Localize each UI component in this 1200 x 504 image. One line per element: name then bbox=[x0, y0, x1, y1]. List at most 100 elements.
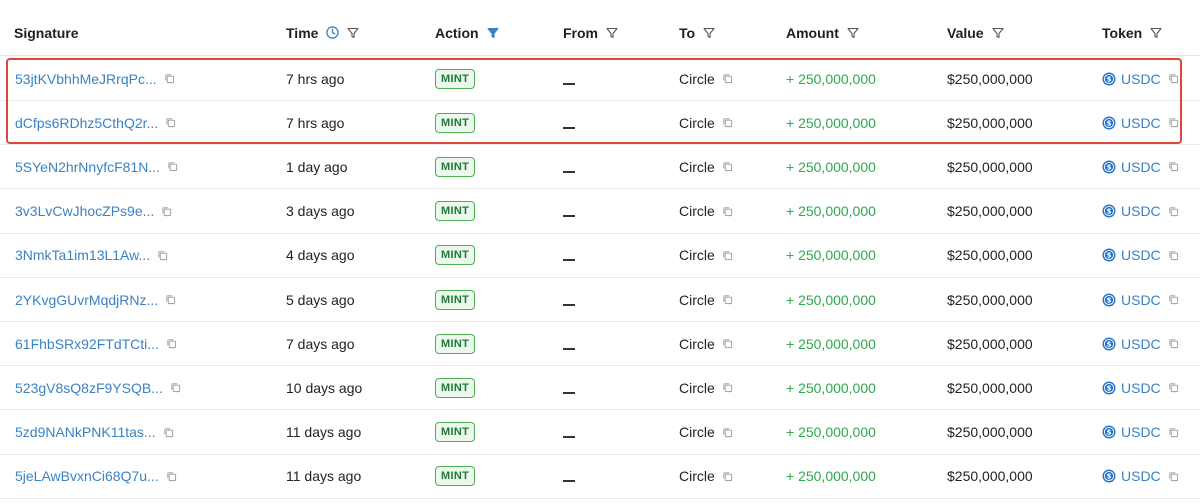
table-row[interactable]: 5zd9NANkPNK11tas... 11 days ago MINT Cir… bbox=[0, 411, 1200, 455]
copy-icon[interactable] bbox=[722, 117, 733, 128]
clock-icon[interactable] bbox=[326, 26, 340, 39]
copy-icon[interactable] bbox=[167, 161, 178, 172]
signature-link[interactable]: 61FhbSRx92FTdTCti... bbox=[15, 336, 159, 352]
token-link[interactable]: USDC bbox=[1121, 292, 1161, 308]
signature-cell: 5zd9NANkPNK11tas... bbox=[15, 411, 275, 454]
token-link[interactable]: USDC bbox=[1121, 424, 1161, 440]
value-text: $250,000,000 bbox=[947, 379, 1033, 396]
signature-link[interactable]: 5SYeN2hrNnyfcF81N... bbox=[15, 159, 160, 175]
to-text: Circle bbox=[679, 335, 715, 352]
action-badge: MINT bbox=[435, 466, 476, 487]
copy-icon[interactable] bbox=[165, 117, 176, 128]
svg-text:$: $ bbox=[1107, 75, 1112, 83]
svg-text:$: $ bbox=[1107, 340, 1112, 348]
copy-icon[interactable] bbox=[722, 250, 733, 261]
value-text: $250,000,000 bbox=[947, 203, 1033, 220]
to-cell: Circle bbox=[679, 322, 779, 365]
table-row[interactable]: 53jtKVbhhMeJRrqPc... 7 hrs ago MINT Circ… bbox=[0, 57, 1200, 101]
copy-icon[interactable] bbox=[1168, 206, 1179, 217]
copy-icon[interactable] bbox=[1168, 338, 1179, 349]
table-row[interactable]: dCfps6RDhz5CthQ2r... 7 hrs ago MINT Circ… bbox=[0, 101, 1200, 146]
time-text: 5 days ago bbox=[286, 291, 355, 308]
header-token: Token bbox=[1102, 10, 1192, 55]
signature-link[interactable]: 5zd9NANkPNK11tas... bbox=[15, 424, 156, 440]
from-empty-dash bbox=[563, 170, 575, 173]
table-row[interactable]: 61FhbSRx92FTdTCti... 7 days ago MINT Cir… bbox=[0, 322, 1200, 367]
header-amount-label: Amount bbox=[786, 24, 839, 41]
signature-link[interactable]: 523gV8sQ8zF9YSQB... bbox=[15, 380, 163, 396]
signature-link[interactable]: 2YKvgGUvrMqdjRNz... bbox=[15, 292, 158, 308]
amount-filter-icon[interactable] bbox=[847, 27, 859, 39]
signature-link[interactable]: 53jtKVbhhMeJRrqPc... bbox=[15, 71, 157, 87]
copy-icon[interactable] bbox=[164, 73, 175, 84]
action-cell: MINT bbox=[435, 278, 545, 321]
table-row[interactable]: 523gV8sQ8zF9YSQB... 10 days ago MINT Cir… bbox=[0, 366, 1200, 411]
amount-cell: + 250,000,000 bbox=[786, 411, 936, 454]
time-text: 10 days ago bbox=[286, 379, 363, 396]
copy-icon[interactable] bbox=[722, 161, 733, 172]
copy-icon[interactable] bbox=[1168, 117, 1179, 128]
to-filter-icon[interactable] bbox=[703, 27, 715, 39]
token-cell: $ USDC bbox=[1102, 57, 1192, 100]
token-filter-icon[interactable] bbox=[1150, 27, 1162, 39]
copy-icon[interactable] bbox=[1168, 382, 1179, 393]
token-link[interactable]: USDC bbox=[1121, 380, 1161, 396]
token-link[interactable]: USDC bbox=[1121, 159, 1161, 175]
action-badge: MINT bbox=[435, 156, 476, 177]
copy-icon[interactable] bbox=[1168, 73, 1179, 84]
action-cell: MINT bbox=[435, 455, 545, 498]
copy-icon[interactable] bbox=[166, 471, 177, 482]
usdc-icon: $ bbox=[1102, 469, 1116, 483]
copy-icon[interactable] bbox=[157, 250, 168, 261]
time-cell: 4 days ago bbox=[286, 234, 426, 277]
copy-icon[interactable] bbox=[1168, 471, 1179, 482]
copy-icon[interactable] bbox=[722, 427, 733, 438]
from-filter-icon[interactable] bbox=[606, 27, 618, 39]
token-link[interactable]: USDC bbox=[1121, 203, 1161, 219]
token-link[interactable]: USDC bbox=[1121, 468, 1161, 484]
copy-icon[interactable] bbox=[722, 382, 733, 393]
token-link[interactable]: USDC bbox=[1121, 115, 1161, 131]
copy-icon[interactable] bbox=[166, 338, 177, 349]
copy-icon[interactable] bbox=[170, 382, 181, 393]
copy-icon[interactable] bbox=[722, 73, 733, 84]
header-to-label: To bbox=[679, 24, 696, 41]
signature-link[interactable]: 3NmkTa1im13L1Aw... bbox=[15, 247, 150, 263]
time-text: 4 days ago bbox=[286, 247, 355, 264]
copy-icon[interactable] bbox=[722, 206, 733, 217]
table-row[interactable]: 3v3LvCwJhocZPs9e... 3 days ago MINT Circ… bbox=[0, 190, 1200, 234]
token-cell: $ USDC bbox=[1102, 234, 1192, 277]
table-row[interactable]: 5SYeN2hrNnyfcF81N... 1 day ago MINT Circ… bbox=[0, 145, 1200, 190]
value-text: $250,000,000 bbox=[947, 114, 1033, 131]
time-cell: 7 hrs ago bbox=[286, 57, 426, 100]
value-filter-icon[interactable] bbox=[992, 27, 1004, 39]
table-row[interactable]: 5jeLAwBvxnCi68Q7u... 11 days ago MINT Ci… bbox=[0, 455, 1200, 499]
signature-link[interactable]: 5jeLAwBvxnCi68Q7u... bbox=[15, 468, 159, 484]
signature-link[interactable]: 3v3LvCwJhocZPs9e... bbox=[15, 203, 154, 219]
copy-icon[interactable] bbox=[1168, 250, 1179, 261]
token-cell: $ USDC bbox=[1102, 101, 1192, 144]
token-link[interactable]: USDC bbox=[1121, 247, 1161, 263]
copy-icon[interactable] bbox=[1168, 427, 1179, 438]
signature-cell: 523gV8sQ8zF9YSQB... bbox=[15, 366, 275, 409]
copy-icon[interactable] bbox=[722, 471, 733, 482]
from-empty-dash bbox=[563, 391, 575, 394]
header-signature: Signature bbox=[14, 10, 274, 55]
copy-icon[interactable] bbox=[722, 338, 733, 349]
signature-link[interactable]: dCfps6RDhz5CthQ2r... bbox=[15, 115, 158, 131]
signature-cell: 2YKvgGUvrMqdjRNz... bbox=[15, 278, 275, 321]
copy-icon[interactable] bbox=[165, 294, 176, 305]
token-link[interactable]: USDC bbox=[1121, 71, 1161, 87]
amount-text: + 250,000,000 bbox=[786, 114, 876, 131]
copy-icon[interactable] bbox=[161, 206, 172, 217]
copy-icon[interactable] bbox=[1168, 161, 1179, 172]
token-link[interactable]: USDC bbox=[1121, 336, 1161, 352]
table-row[interactable]: 2YKvgGUvrMqdjRNz... 5 days ago MINT Circ… bbox=[0, 278, 1200, 322]
time-filter-icon[interactable] bbox=[347, 27, 359, 39]
copy-icon[interactable] bbox=[722, 294, 733, 305]
table-row[interactable]: 3NmkTa1im13L1Aw... 4 days ago MINT Circl… bbox=[0, 234, 1200, 278]
action-filter-icon-active[interactable] bbox=[487, 27, 499, 39]
action-cell: MINT bbox=[435, 366, 545, 409]
copy-icon[interactable] bbox=[1168, 294, 1179, 305]
copy-icon[interactable] bbox=[163, 427, 174, 438]
